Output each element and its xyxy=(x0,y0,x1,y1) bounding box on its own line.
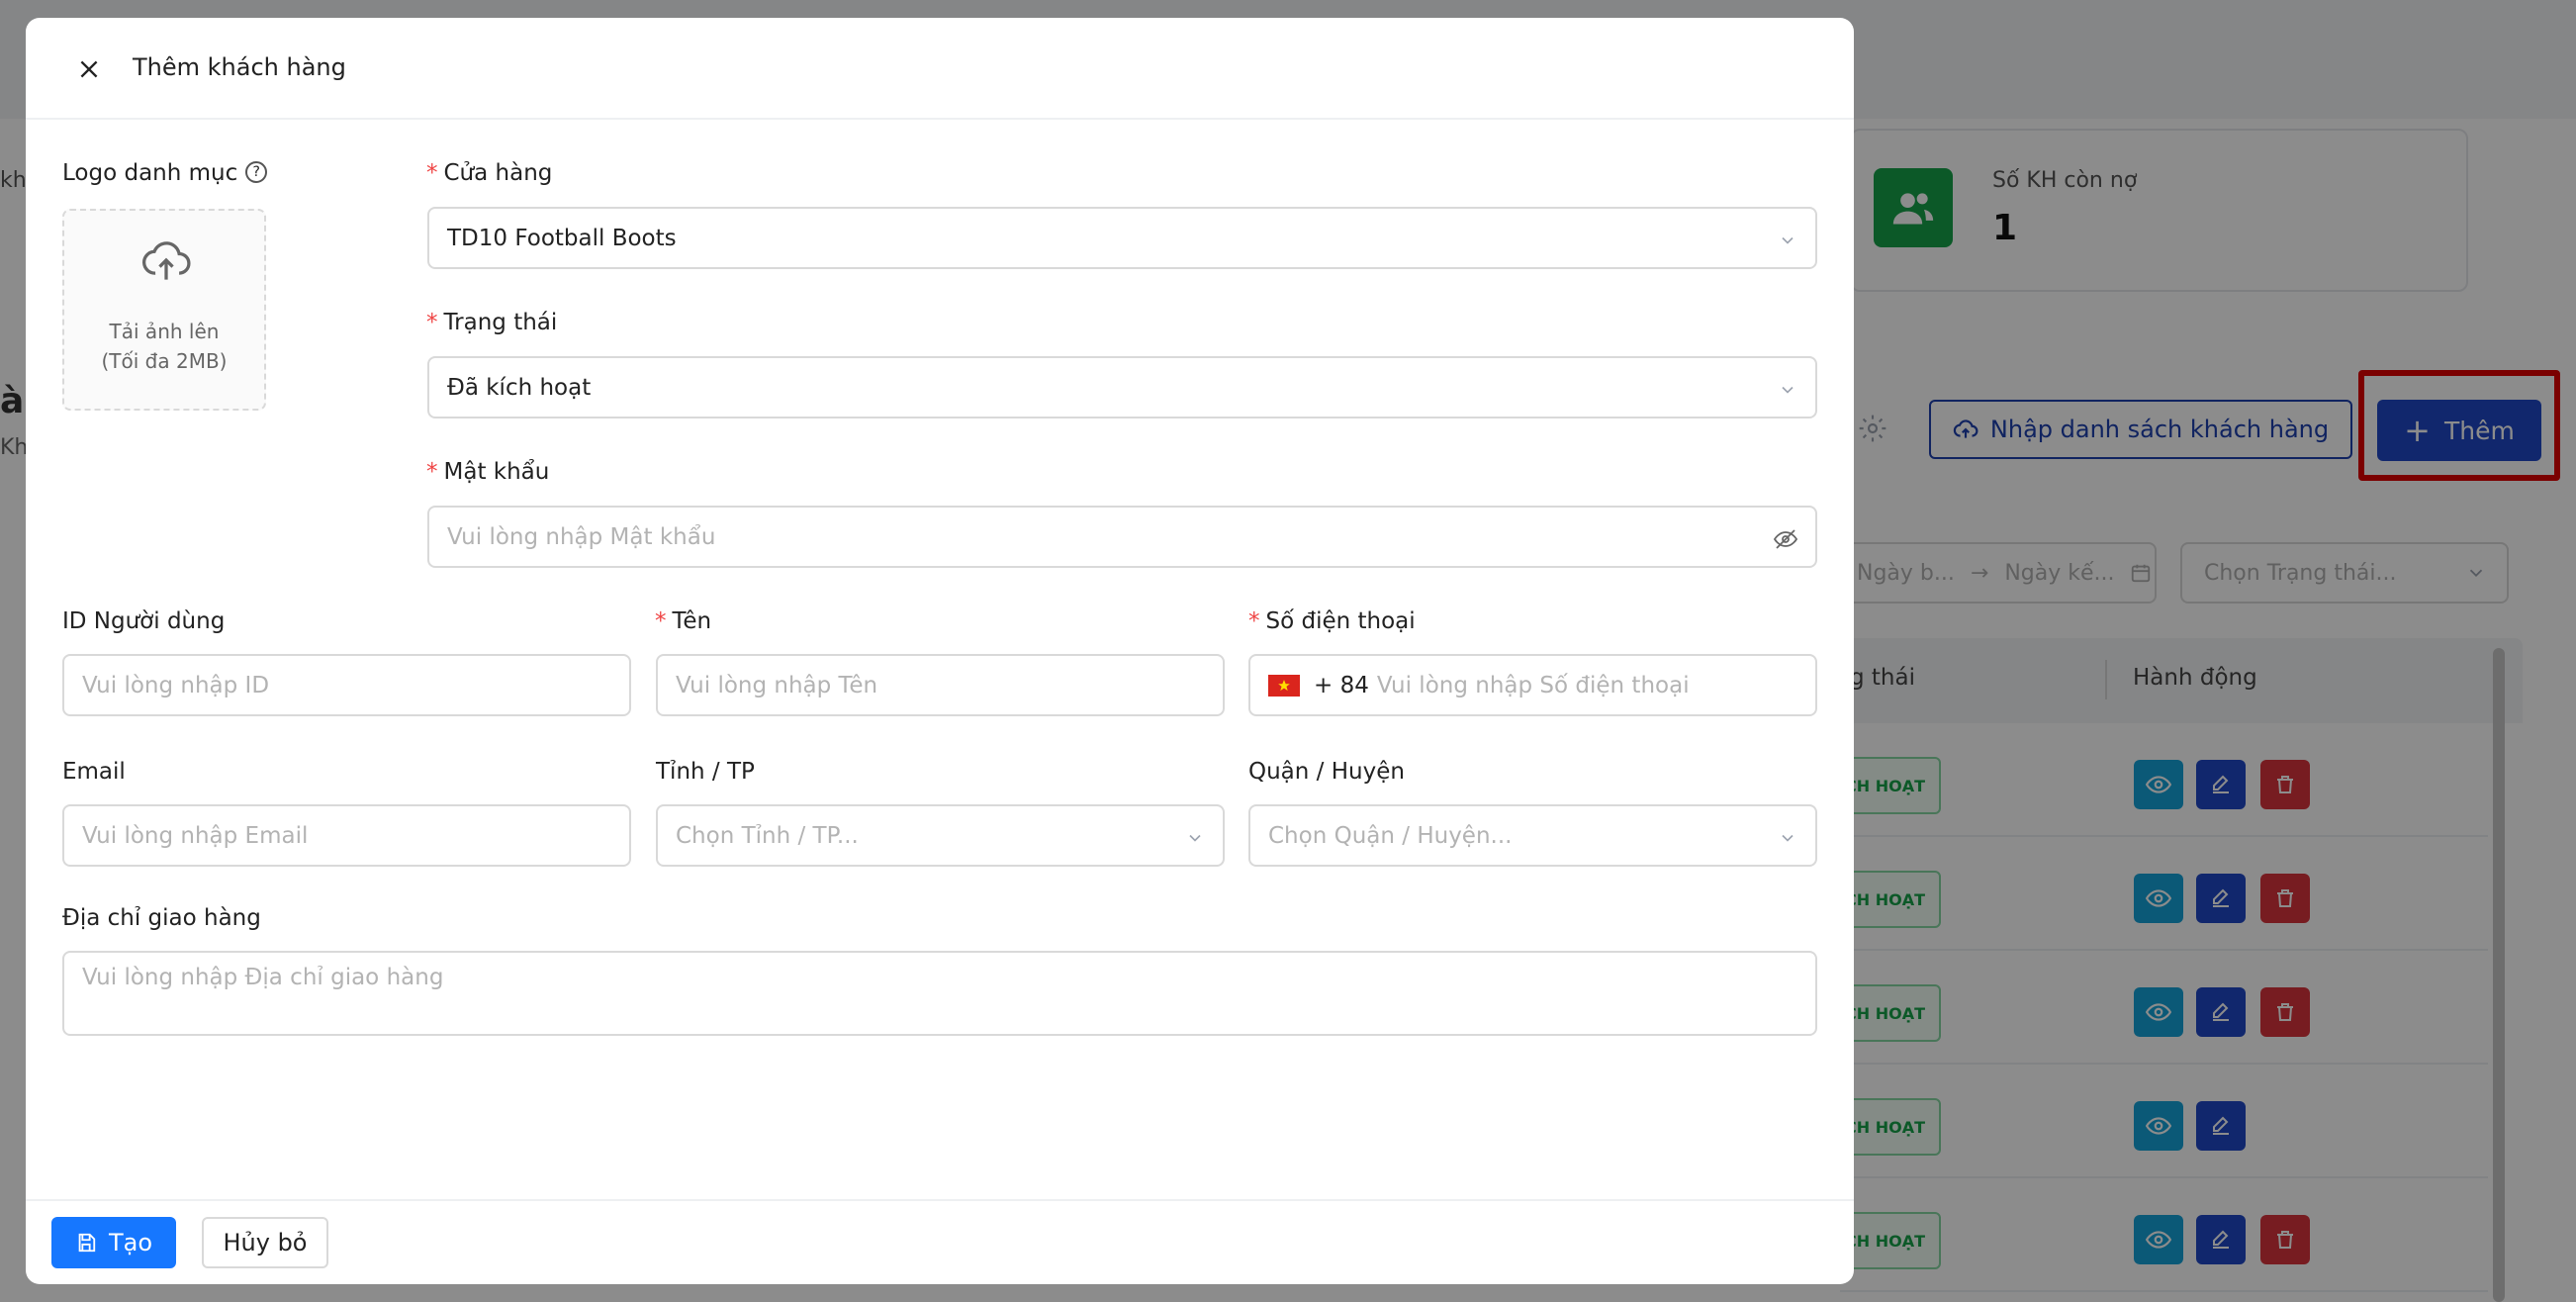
modal-footer: Tạo Hủy bỏ xyxy=(26,1199,1854,1284)
logo-upload[interactable]: Tải ảnh lên (Tối đa 2MB) xyxy=(62,209,266,411)
cancel-button-label: Hủy bỏ xyxy=(223,1229,308,1256)
phone-prefix: + 84 xyxy=(1314,672,1369,698)
create-button-label: Tạo xyxy=(108,1229,153,1256)
province-placeholder: Chọn Tỉnh / TP... xyxy=(676,822,859,849)
address-placeholder: Vui lòng nhập Địa chỉ giao hàng xyxy=(82,965,444,990)
phone-label-row: * Số điện thoại xyxy=(1248,608,1416,634)
email-field[interactable]: Vui lòng nhập Email xyxy=(62,804,631,867)
province-select[interactable]: Chọn Tỉnh / TP... xyxy=(656,804,1225,867)
password-placeholder: Vui lòng nhập Mật khẩu xyxy=(447,523,716,550)
user-id-label: ID Người dùng xyxy=(62,608,226,634)
cloud-upload-icon xyxy=(142,241,191,280)
status-select[interactable]: Đã kích hoạt xyxy=(427,356,1817,418)
name-label-row: * Tên xyxy=(655,608,712,634)
phone-placeholder: Vui lòng nhập Số điện thoại xyxy=(1376,672,1690,698)
email-placeholder: Vui lòng nhập Email xyxy=(82,822,309,849)
close-button[interactable] xyxy=(71,51,107,87)
modal-header: Thêm khách hàng xyxy=(26,18,1854,120)
user-id-field[interactable]: Vui lòng nhập ID xyxy=(62,654,631,716)
cancel-button[interactable]: Hủy bỏ xyxy=(202,1217,328,1268)
password-label: Mật khẩu xyxy=(443,459,550,485)
user-id-placeholder: Vui lòng nhập ID xyxy=(82,672,270,698)
logo-label-row: Logo danh mục? xyxy=(62,160,268,186)
chevron-down-icon xyxy=(1782,236,1794,244)
store-value: TD10 Football Boots xyxy=(447,225,677,251)
status-value: Đã kích hoạt xyxy=(447,374,592,401)
chevron-down-icon xyxy=(1782,386,1794,394)
password-field[interactable]: Vui lòng nhập Mật khẩu xyxy=(427,506,1817,568)
store-label: Cửa hàng xyxy=(443,160,553,186)
eye-off-icon xyxy=(1774,529,1797,549)
modal-title: Thêm khách hàng xyxy=(133,53,346,81)
phone-label: Số điện thoại xyxy=(1265,608,1416,634)
district-select[interactable]: Chọn Quận / Huyện... xyxy=(1248,804,1817,867)
add-customer-modal: Thêm khách hàng Logo danh mục? Tải ảnh l… xyxy=(26,18,1854,1284)
store-select[interactable]: TD10 Football Boots xyxy=(427,207,1817,269)
province-label: Tỉnh / TP xyxy=(656,759,755,785)
logo-label: Logo danh mục xyxy=(62,160,238,186)
store-label-row: * Cửa hàng xyxy=(426,160,553,186)
status-label: Trạng thái xyxy=(443,310,558,335)
chevron-down-icon xyxy=(1189,834,1201,842)
name-label: Tên xyxy=(672,608,712,634)
email-label: Email xyxy=(62,759,126,785)
help-icon[interactable]: ? xyxy=(245,160,268,183)
name-placeholder: Vui lòng nhập Tên xyxy=(676,672,878,698)
create-button[interactable]: Tạo xyxy=(51,1217,176,1268)
name-field[interactable]: Vui lòng nhập Tên xyxy=(656,654,1225,716)
upload-text: Tải ảnh lên xyxy=(109,320,220,343)
chevron-down-icon xyxy=(1782,834,1794,842)
password-label-row: * Mật khẩu xyxy=(426,459,550,485)
phone-field[interactable]: + 84 Vui lòng nhập Số điện thoại xyxy=(1248,654,1817,716)
vietnam-flag-icon[interactable] xyxy=(1268,674,1300,697)
upload-limit-text: (Tối đa 2MB) xyxy=(101,349,228,373)
district-label: Quận / Huyện xyxy=(1248,759,1405,785)
address-textarea[interactable]: Vui lòng nhập Địa chỉ giao hàng xyxy=(62,951,1817,1036)
close-icon xyxy=(80,60,98,78)
status-label-row: * Trạng thái xyxy=(426,310,558,335)
address-label: Địa chỉ giao hàng xyxy=(62,905,261,931)
district-placeholder: Chọn Quận / Huyện... xyxy=(1268,822,1513,849)
save-icon xyxy=(78,1233,96,1253)
